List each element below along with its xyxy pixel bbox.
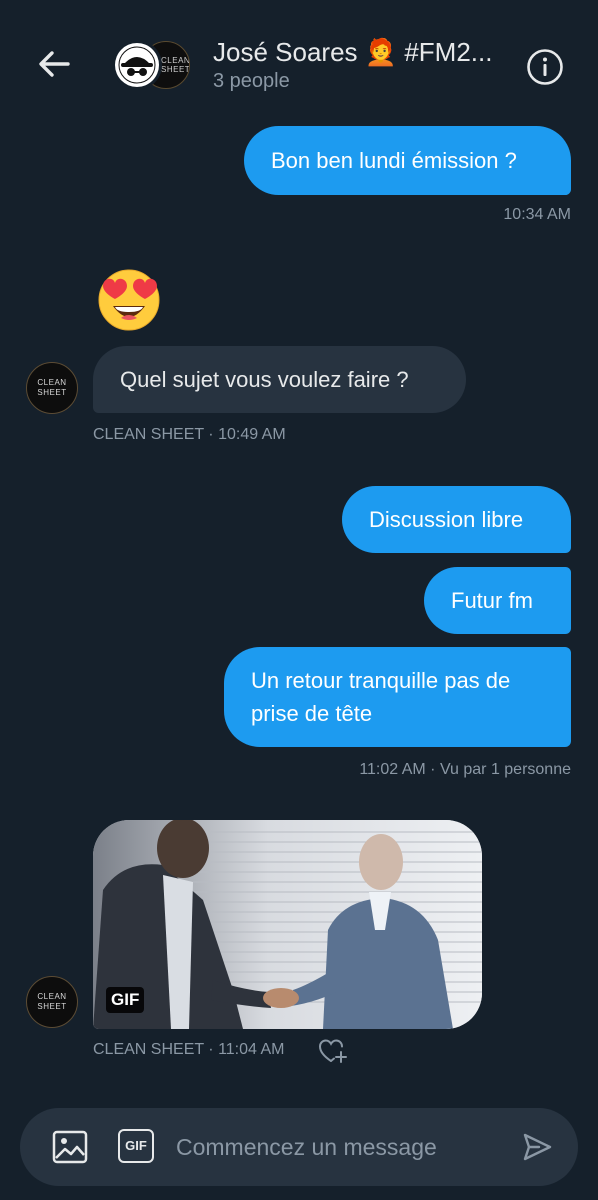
send-button[interactable] — [522, 1132, 552, 1162]
participant-count: 3 people — [213, 70, 290, 92]
info-button[interactable] — [526, 48, 564, 86]
avatar[interactable]: CLEAN SHEET — [26, 362, 78, 414]
message-read-receipt: 11:02 AM · Vu par 1 personne — [359, 761, 571, 778]
conversation-header: CLEAN SHEET José Soares 🧑‍🦰 #FM2... 3 pe… — [0, 0, 598, 118]
message-composer: GIF — [20, 1108, 578, 1186]
gif-attachment[interactable]: GIF — [93, 820, 482, 1029]
message-text: Discussion libre — [369, 507, 524, 532]
avatar-logo-text: CLEAN SHEET — [37, 992, 67, 1011]
message-sender-timestamp: CLEAN SHEET · 10:49 AM — [93, 426, 286, 443]
group-avatars[interactable]: CLEAN SHEET — [112, 40, 194, 90]
message-bubble[interactable]: Futur fm — [424, 567, 571, 634]
message-bubble[interactable]: Un retour tranquille pas de prise de têt… — [224, 647, 571, 747]
message-text: Futur fm — [451, 588, 533, 613]
send-icon — [523, 1133, 552, 1161]
message-text: Quel sujet vous voulez faire ? — [120, 367, 409, 392]
message-text: Bon ben lundi émission ? — [271, 148, 517, 173]
info-icon — [527, 49, 563, 85]
heart-eyes-emoji-icon — [98, 269, 160, 331]
message-text-line: prise de tête — [251, 701, 373, 726]
message-text-line: Un retour tranquille pas de — [251, 668, 511, 693]
avatar — [112, 40, 162, 90]
message-timestamp: 10:34 AM — [503, 206, 571, 223]
gif-image — [93, 820, 482, 1029]
avatar-logo-text: CLEAN SHEET — [37, 378, 67, 397]
avatar-logo-text: CLEAN SHEET — [161, 56, 190, 74]
gif-badge: GIF — [106, 987, 145, 1013]
conversation-title[interactable]: José Soares 🧑‍🦰 #FM2... — [213, 37, 492, 68]
back-button[interactable] — [34, 44, 74, 84]
message-bubble[interactable]: Bon ben lundi émission ? — [244, 126, 571, 195]
image-icon — [52, 1130, 88, 1164]
message-sender-timestamp: CLEAN SHEET · 11:04 AM — [93, 1041, 285, 1058]
react-button[interactable] — [318, 1037, 348, 1065]
message-bubble[interactable]: Quel sujet vous voulez faire ? — [93, 346, 466, 413]
avatar[interactable]: CLEAN SHEET — [26, 976, 78, 1028]
message-input[interactable] — [176, 1126, 506, 1168]
hat-logo-icon — [115, 43, 159, 87]
message-bubble[interactable]: Discussion libre — [342, 486, 571, 553]
add-gif-button[interactable]: GIF — [118, 1129, 154, 1163]
arrow-left-icon — [39, 51, 70, 77]
heart-eyes-emoji[interactable] — [95, 264, 163, 332]
add-media-button[interactable] — [52, 1130, 88, 1164]
heart-plus-icon — [318, 1039, 347, 1063]
